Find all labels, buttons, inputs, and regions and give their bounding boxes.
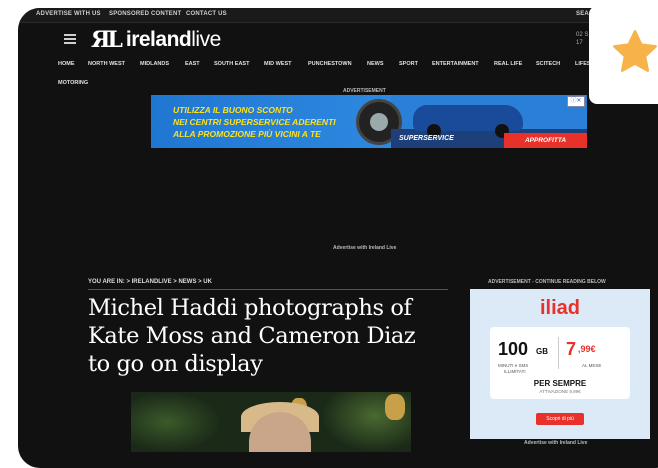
nav-north-west[interactable]: NORTH WEST: [88, 61, 125, 67]
nav-scitech[interactable]: SCITECH: [536, 61, 560, 67]
top-banner-ad[interactable]: UTILIZZA IL BUONO SCONTO NEI CENTRI SUPE…: [151, 95, 587, 148]
ad-line-2: NEI CENTRI SUPERSERVICE ADERENTI: [173, 117, 336, 127]
main-nav: HOME NORTH WEST MIDLANDS EAST SOUTH EAST…: [18, 58, 658, 72]
top-utility-bar: ADVERTISE WITH US SPONSORED CONTENT CONT…: [18, 8, 658, 23]
side-ad-label: ADVERTISEMENT - CONTINUE READING BELOW: [488, 279, 606, 285]
nav-news[interactable]: NEWS: [367, 61, 384, 67]
offer-card: 100 GB MINUTI e SMS ILLIMITATI 7 ,99€ AL…: [490, 327, 630, 399]
contact-us-link[interactable]: CONTACT US: [186, 11, 227, 17]
article-headline: Michel Haddi photographs of Kate Moss an…: [88, 295, 416, 377]
logo-mark: ЯL: [91, 27, 123, 53]
ad-close-icon[interactable]: ⓘ✕: [567, 96, 585, 107]
nav-mid-west[interactable]: MID WEST: [264, 61, 292, 67]
discover-button[interactable]: Scopri di più: [536, 413, 584, 425]
gb-unit: GB: [536, 347, 548, 356]
nav-midlands[interactable]: MIDLANDS: [140, 61, 169, 67]
logo-name-light: live: [191, 28, 221, 51]
price: 7: [566, 339, 577, 359]
site-logo[interactable]: ЯL ireland live: [91, 27, 221, 53]
divider: [88, 289, 448, 290]
advertise-with-link-2[interactable]: Advertise with Ireland Live: [524, 440, 587, 446]
advertise-with-link[interactable]: Advertise with Ireland Live: [333, 245, 396, 251]
nav-real-life[interactable]: REAL LIFE: [494, 61, 522, 67]
car-image: [413, 105, 523, 138]
favorite-panel[interactable]: [589, 6, 658, 104]
side-ad[interactable]: iliad 100 GB MINUTI e SMS ILLIMITATI 7 ,…: [470, 289, 650, 439]
ad-brand: SUPERSERVICE: [399, 135, 454, 142]
nav-south-east[interactable]: SOUTH EAST: [214, 61, 249, 67]
nav-sport[interactable]: SPORT: [399, 61, 418, 67]
advertise-link[interactable]: ADVERTISE WITH US: [36, 11, 101, 17]
nav-motoring[interactable]: MOTORING: [58, 80, 88, 86]
nav-punchestown[interactable]: PUNCHESTOWN: [308, 61, 352, 67]
ad-line-1: UTILIZZA IL BUONO SCONTO: [173, 105, 293, 115]
header-info: 02 S 17: [576, 32, 589, 46]
logo-name-bold: ireland: [125, 28, 192, 51]
search-link[interactable]: Sea: [576, 11, 589, 17]
ad-cta-button[interactable]: APPROFITTA: [504, 133, 587, 148]
nav-east[interactable]: EAST: [185, 61, 200, 67]
nav-entertainment[interactable]: ENTERTAINMENT: [432, 61, 479, 67]
site-header: ЯL ireland live 02 S 17: [18, 23, 658, 57]
article-photo[interactable]: [131, 392, 411, 452]
iliad-logo: iliad: [539, 297, 580, 319]
breadcrumb[interactable]: You are in: > IRELANDLIVE > NEWS > UK: [88, 279, 212, 285]
ad-label: ADVERTISEMENT: [343, 88, 386, 94]
star-icon[interactable]: [609, 26, 658, 78]
sponsored-content-link[interactable]: SPONSORED CONTENT: [109, 11, 181, 17]
ad-line-3: ALLA PROMOZIONE PIÙ VICINI A TE: [173, 129, 321, 139]
gb-value: 100: [498, 339, 529, 359]
menu-icon[interactable]: [64, 34, 76, 44]
browser-page: ADVERTISE WITH US SPONSORED CONTENT CONT…: [18, 8, 658, 468]
nav-home[interactable]: HOME: [58, 61, 75, 67]
